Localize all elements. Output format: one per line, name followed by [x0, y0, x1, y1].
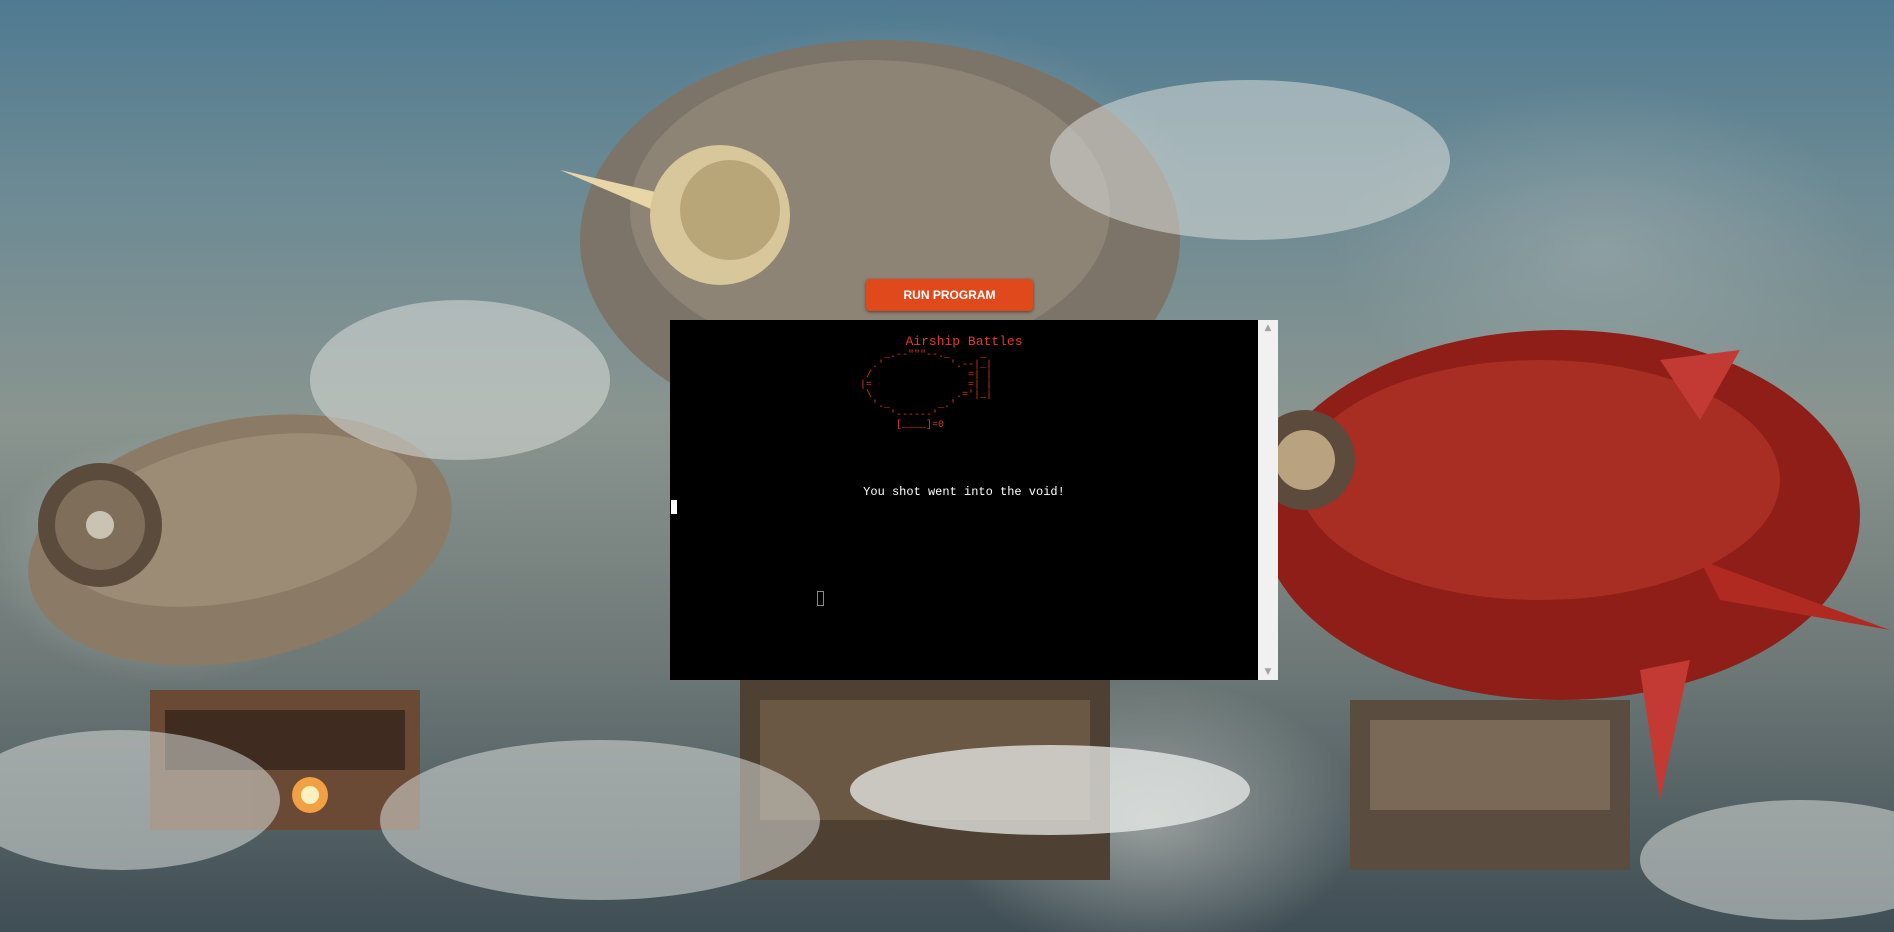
- inactive-cursor-icon: [817, 591, 824, 606]
- terminal-scrollbar[interactable]: ▲ ▼: [1258, 320, 1278, 680]
- terminal-output[interactable]: Airship Battles _.--"""--._ _ .' '.--|_|…: [670, 320, 1258, 680]
- left-airship-illustration: [28, 414, 452, 830]
- scroll-up-arrow-icon[interactable]: ▲: [1258, 320, 1278, 336]
- scrollbar-thumb[interactable]: [1261, 337, 1275, 663]
- scroll-down-arrow-icon[interactable]: ▼: [1258, 664, 1278, 680]
- run-program-button[interactable]: RUN PROGRAM: [866, 279, 1033, 311]
- airship-ascii-art: _.--"""--._ _ .' '.--|_| / =| | |= =| | …: [860, 350, 993, 431]
- right-red-airship-illustration: [1255, 330, 1890, 870]
- terminal-cursor: [671, 500, 677, 514]
- shot-result-message: You shot went into the void!: [863, 485, 1065, 499]
- terminal-window[interactable]: Airship Battles _.--"""--._ _ .' '.--|_|…: [670, 320, 1278, 680]
- game-title: Airship Battles: [905, 334, 1023, 349]
